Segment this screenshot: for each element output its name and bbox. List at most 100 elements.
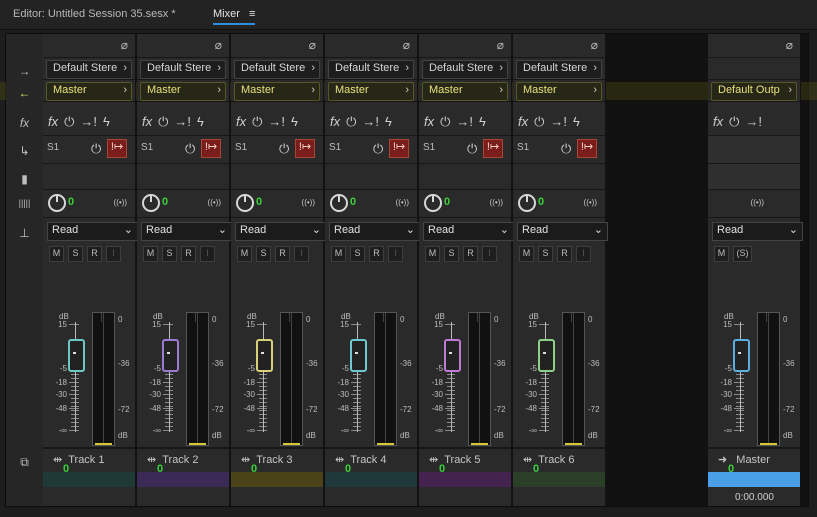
volume-fader-handle[interactable] xyxy=(68,339,85,372)
pan-value[interactable]: 0 xyxy=(256,196,262,208)
send-power-icon[interactable]: ⏻ xyxy=(185,141,195,157)
send-pre-post-icon[interactable]: ǃ↦ xyxy=(201,139,221,158)
input-monitor-button[interactable]: I xyxy=(106,246,121,262)
solo-button[interactable]: S xyxy=(256,246,271,262)
pre-post-fader-icon[interactable]: →ǃ xyxy=(268,114,285,129)
power-icon[interactable]: ⏻ xyxy=(158,114,168,130)
tab-editor[interactable]: Editor: Untitled Session 35.sesx * xyxy=(13,8,176,20)
lightning-icon[interactable]: ϟ xyxy=(197,114,204,129)
input-monitor-button[interactable]: I xyxy=(388,246,403,262)
output-button[interactable]: Master › xyxy=(422,82,508,101)
solo-button[interactable]: S xyxy=(68,246,83,262)
send-label[interactable]: S1 xyxy=(329,142,341,153)
pan-knob[interactable] xyxy=(424,194,442,212)
pre-post-fader-icon[interactable]: →ǃ xyxy=(745,114,762,129)
send-power-icon[interactable]: ⏻ xyxy=(91,141,101,157)
output-button[interactable]: Master › xyxy=(516,82,602,101)
mute-button[interactable]: M xyxy=(143,246,158,262)
send-pre-post-icon[interactable]: ǃ↦ xyxy=(483,139,503,158)
record-arm-button[interactable]: R xyxy=(557,246,572,262)
stereo-icon[interactable]: ((•)) xyxy=(584,198,597,207)
lightning-icon[interactable]: ϟ xyxy=(479,114,486,129)
input-button[interactable]: Default Stere › xyxy=(516,60,602,79)
solo-button[interactable]: S xyxy=(538,246,553,262)
volume-fader-handle[interactable] xyxy=(350,339,367,372)
phase-invert-icon[interactable]: ⌀ xyxy=(786,38,793,52)
lightning-icon[interactable]: ϟ xyxy=(573,114,580,129)
send-pre-post-icon[interactable]: ǃ↦ xyxy=(295,139,315,158)
input-monitor-button[interactable]: I xyxy=(200,246,215,262)
pan-value[interactable]: 0 xyxy=(162,196,168,208)
master-output-button[interactable]: Default Outp › xyxy=(711,82,797,101)
volume-fader-handle[interactable] xyxy=(538,339,555,372)
mute-button[interactable]: M xyxy=(331,246,346,262)
record-arm-button[interactable]: R xyxy=(275,246,290,262)
phase-invert-icon[interactable]: ⌀ xyxy=(591,38,598,52)
record-arm-button[interactable]: R xyxy=(87,246,102,262)
pan-knob[interactable] xyxy=(142,194,160,212)
pan-value[interactable]: 0 xyxy=(68,196,74,208)
stereo-icon[interactable]: ((•)) xyxy=(396,198,409,207)
pan-knob[interactable] xyxy=(48,194,66,212)
power-icon[interactable]: ⏻ xyxy=(440,114,450,130)
send-pre-post-icon[interactable]: ǃ↦ xyxy=(107,139,127,158)
mute-button[interactable]: M xyxy=(237,246,252,262)
stereo-icon[interactable]: ((•)) xyxy=(302,198,315,207)
send-label[interactable]: S1 xyxy=(517,142,529,153)
send-label[interactable]: S1 xyxy=(141,142,153,153)
input-button[interactable]: Default Stere › xyxy=(328,60,414,79)
automation-dropdown[interactable]: Read ⌄ xyxy=(517,222,608,241)
tab-mixer[interactable]: Mixer ≡ xyxy=(213,8,256,25)
send-power-icon[interactable]: ⏻ xyxy=(373,141,383,157)
input-monitor-button[interactable]: I xyxy=(576,246,591,262)
stereo-icon[interactable]: ((•)) xyxy=(490,198,503,207)
input-button[interactable]: Default Stere › xyxy=(46,60,132,79)
input-button[interactable]: Default Stere › xyxy=(140,60,226,79)
fx-icon[interactable]: fx xyxy=(713,114,723,129)
input-monitor-button[interactable]: I xyxy=(482,246,497,262)
stereo-icon[interactable]: ((•)) xyxy=(114,198,127,207)
send-power-icon[interactable]: ⏻ xyxy=(279,141,289,157)
pre-post-fader-icon[interactable]: →ǃ xyxy=(550,114,567,129)
lightning-icon[interactable]: ϟ xyxy=(385,114,392,129)
pan-knob[interactable] xyxy=(518,194,536,212)
send-label[interactable]: S1 xyxy=(235,142,247,153)
send-power-icon[interactable]: ⏻ xyxy=(561,141,571,157)
lightning-icon[interactable]: ϟ xyxy=(291,114,298,129)
pan-knob[interactable] xyxy=(236,194,254,212)
record-arm-button[interactable]: R xyxy=(369,246,384,262)
fx-icon[interactable]: fx xyxy=(424,114,434,129)
power-icon[interactable]: ⏻ xyxy=(252,114,262,130)
pre-post-fader-icon[interactable]: →ǃ xyxy=(456,114,473,129)
send-pre-post-icon[interactable]: ǃ↦ xyxy=(389,139,409,158)
volume-fader-handle[interactable] xyxy=(256,339,273,372)
track-name[interactable]: ⇹ Track 4 xyxy=(325,448,417,472)
fx-icon[interactable]: fx xyxy=(330,114,340,129)
phase-invert-icon[interactable]: ⌀ xyxy=(497,38,504,52)
phase-invert-icon[interactable]: ⌀ xyxy=(309,38,316,52)
input-monitor-button[interactable]: I xyxy=(294,246,309,262)
phase-invert-icon[interactable]: ⌀ xyxy=(215,38,222,52)
input-button[interactable]: Default Stere › xyxy=(234,60,320,79)
fx-icon[interactable]: fx xyxy=(142,114,152,129)
fx-row-toggle-icon[interactable]: fx xyxy=(6,116,43,130)
mute-button[interactable]: M xyxy=(49,246,64,262)
pre-post-fader-icon[interactable]: →ǃ xyxy=(362,114,379,129)
output-button[interactable]: Master › xyxy=(328,82,414,101)
volume-fader-handle[interactable] xyxy=(162,339,179,372)
automation-dropdown[interactable]: Read ⌄ xyxy=(423,222,514,241)
master-stereo-icon[interactable]: ((•)) xyxy=(751,198,764,207)
fx-icon[interactable]: fx xyxy=(236,114,246,129)
output-button[interactable]: Master › xyxy=(234,82,320,101)
phase-invert-icon[interactable]: ⌀ xyxy=(121,38,128,52)
volume-row-toggle-icon[interactable]: ⊥ xyxy=(6,226,43,240)
automation-dropdown[interactable]: Read ⌄ xyxy=(235,222,326,241)
pan-knob[interactable] xyxy=(330,194,348,212)
phase-invert-icon[interactable]: ⌀ xyxy=(403,38,410,52)
automation-dropdown[interactable]: Read ⌄ xyxy=(329,222,420,241)
master-mute-button[interactable]: M xyxy=(714,246,729,262)
pan-value[interactable]: 0 xyxy=(444,196,450,208)
input-button[interactable]: Default Stere › xyxy=(422,60,508,79)
send-label[interactable]: S1 xyxy=(47,142,59,153)
track-name[interactable]: ⇹ Track 3 xyxy=(231,448,323,472)
